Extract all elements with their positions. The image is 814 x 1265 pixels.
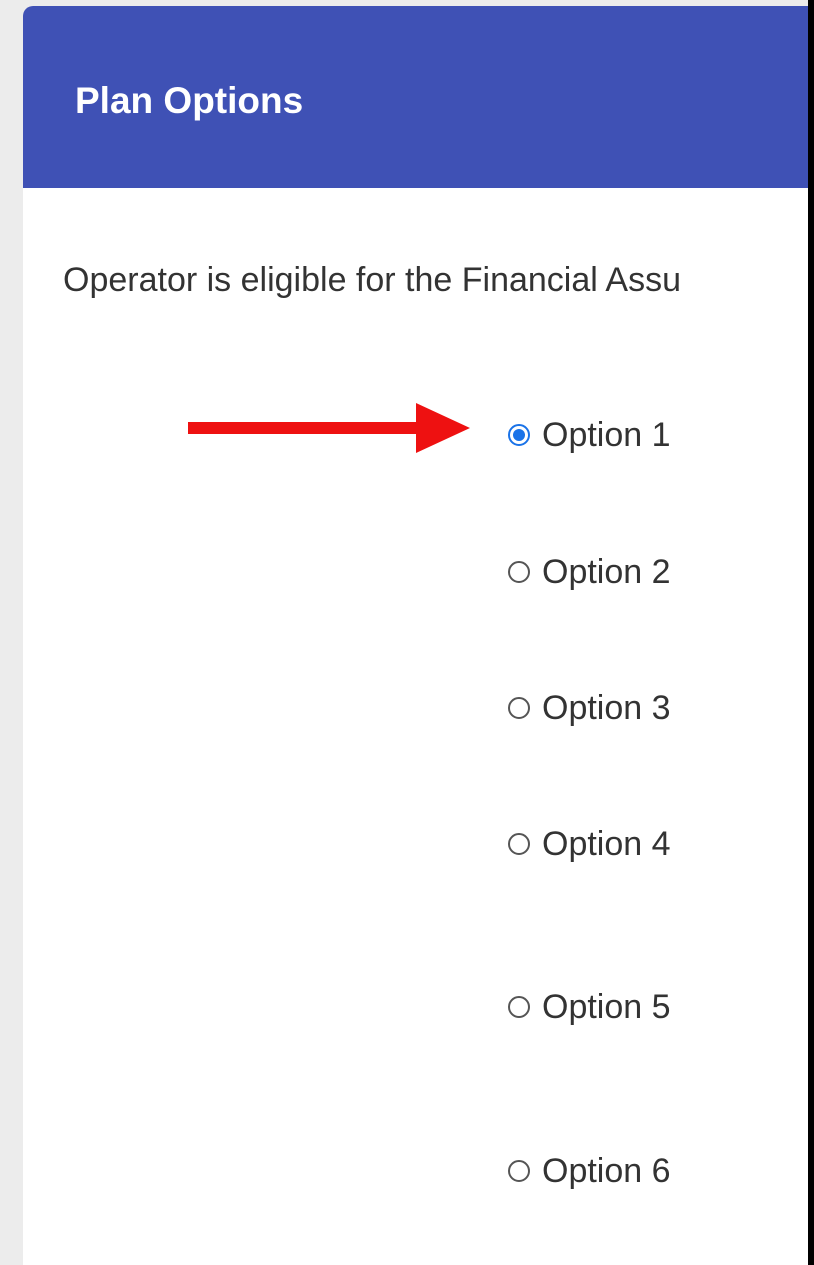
radio-option-5[interactable]: Option 5 — [508, 985, 671, 1029]
eligibility-text: Operator is eligible for the Financial A… — [63, 261, 681, 299]
radio-label-option-3: Option 3 — [542, 689, 671, 727]
radio-option-1[interactable]: Option 1 — [508, 413, 671, 457]
plan-options-panel: Plan Options Operator is eligible for th… — [23, 6, 808, 1265]
radio-label-option-2: Option 2 — [542, 553, 671, 591]
window-edge-divider — [808, 0, 814, 1265]
panel-header: Plan Options — [23, 6, 808, 188]
radio-selected-icon[interactable] — [508, 424, 530, 446]
radio-unselected-icon[interactable] — [508, 996, 530, 1018]
radio-unselected-icon[interactable] — [508, 1160, 530, 1182]
radio-option-6[interactable]: Option 6 — [508, 1149, 671, 1193]
arrow-right-icon — [188, 403, 470, 453]
radio-option-2[interactable]: Option 2 — [508, 550, 671, 594]
panel-title: Plan Options — [75, 80, 304, 121]
radio-unselected-icon[interactable] — [508, 561, 530, 583]
radio-label-option-6: Option 6 — [542, 1152, 671, 1190]
radio-label-option-5: Option 5 — [542, 988, 671, 1026]
radio-unselected-icon[interactable] — [508, 833, 530, 855]
radio-unselected-icon[interactable] — [508, 697, 530, 719]
radio-option-3[interactable]: Option 3 — [508, 686, 671, 730]
radio-option-4[interactable]: Option 4 — [508, 822, 671, 866]
radio-label-option-1: Option 1 — [542, 416, 671, 454]
radio-label-option-4: Option 4 — [542, 825, 671, 863]
